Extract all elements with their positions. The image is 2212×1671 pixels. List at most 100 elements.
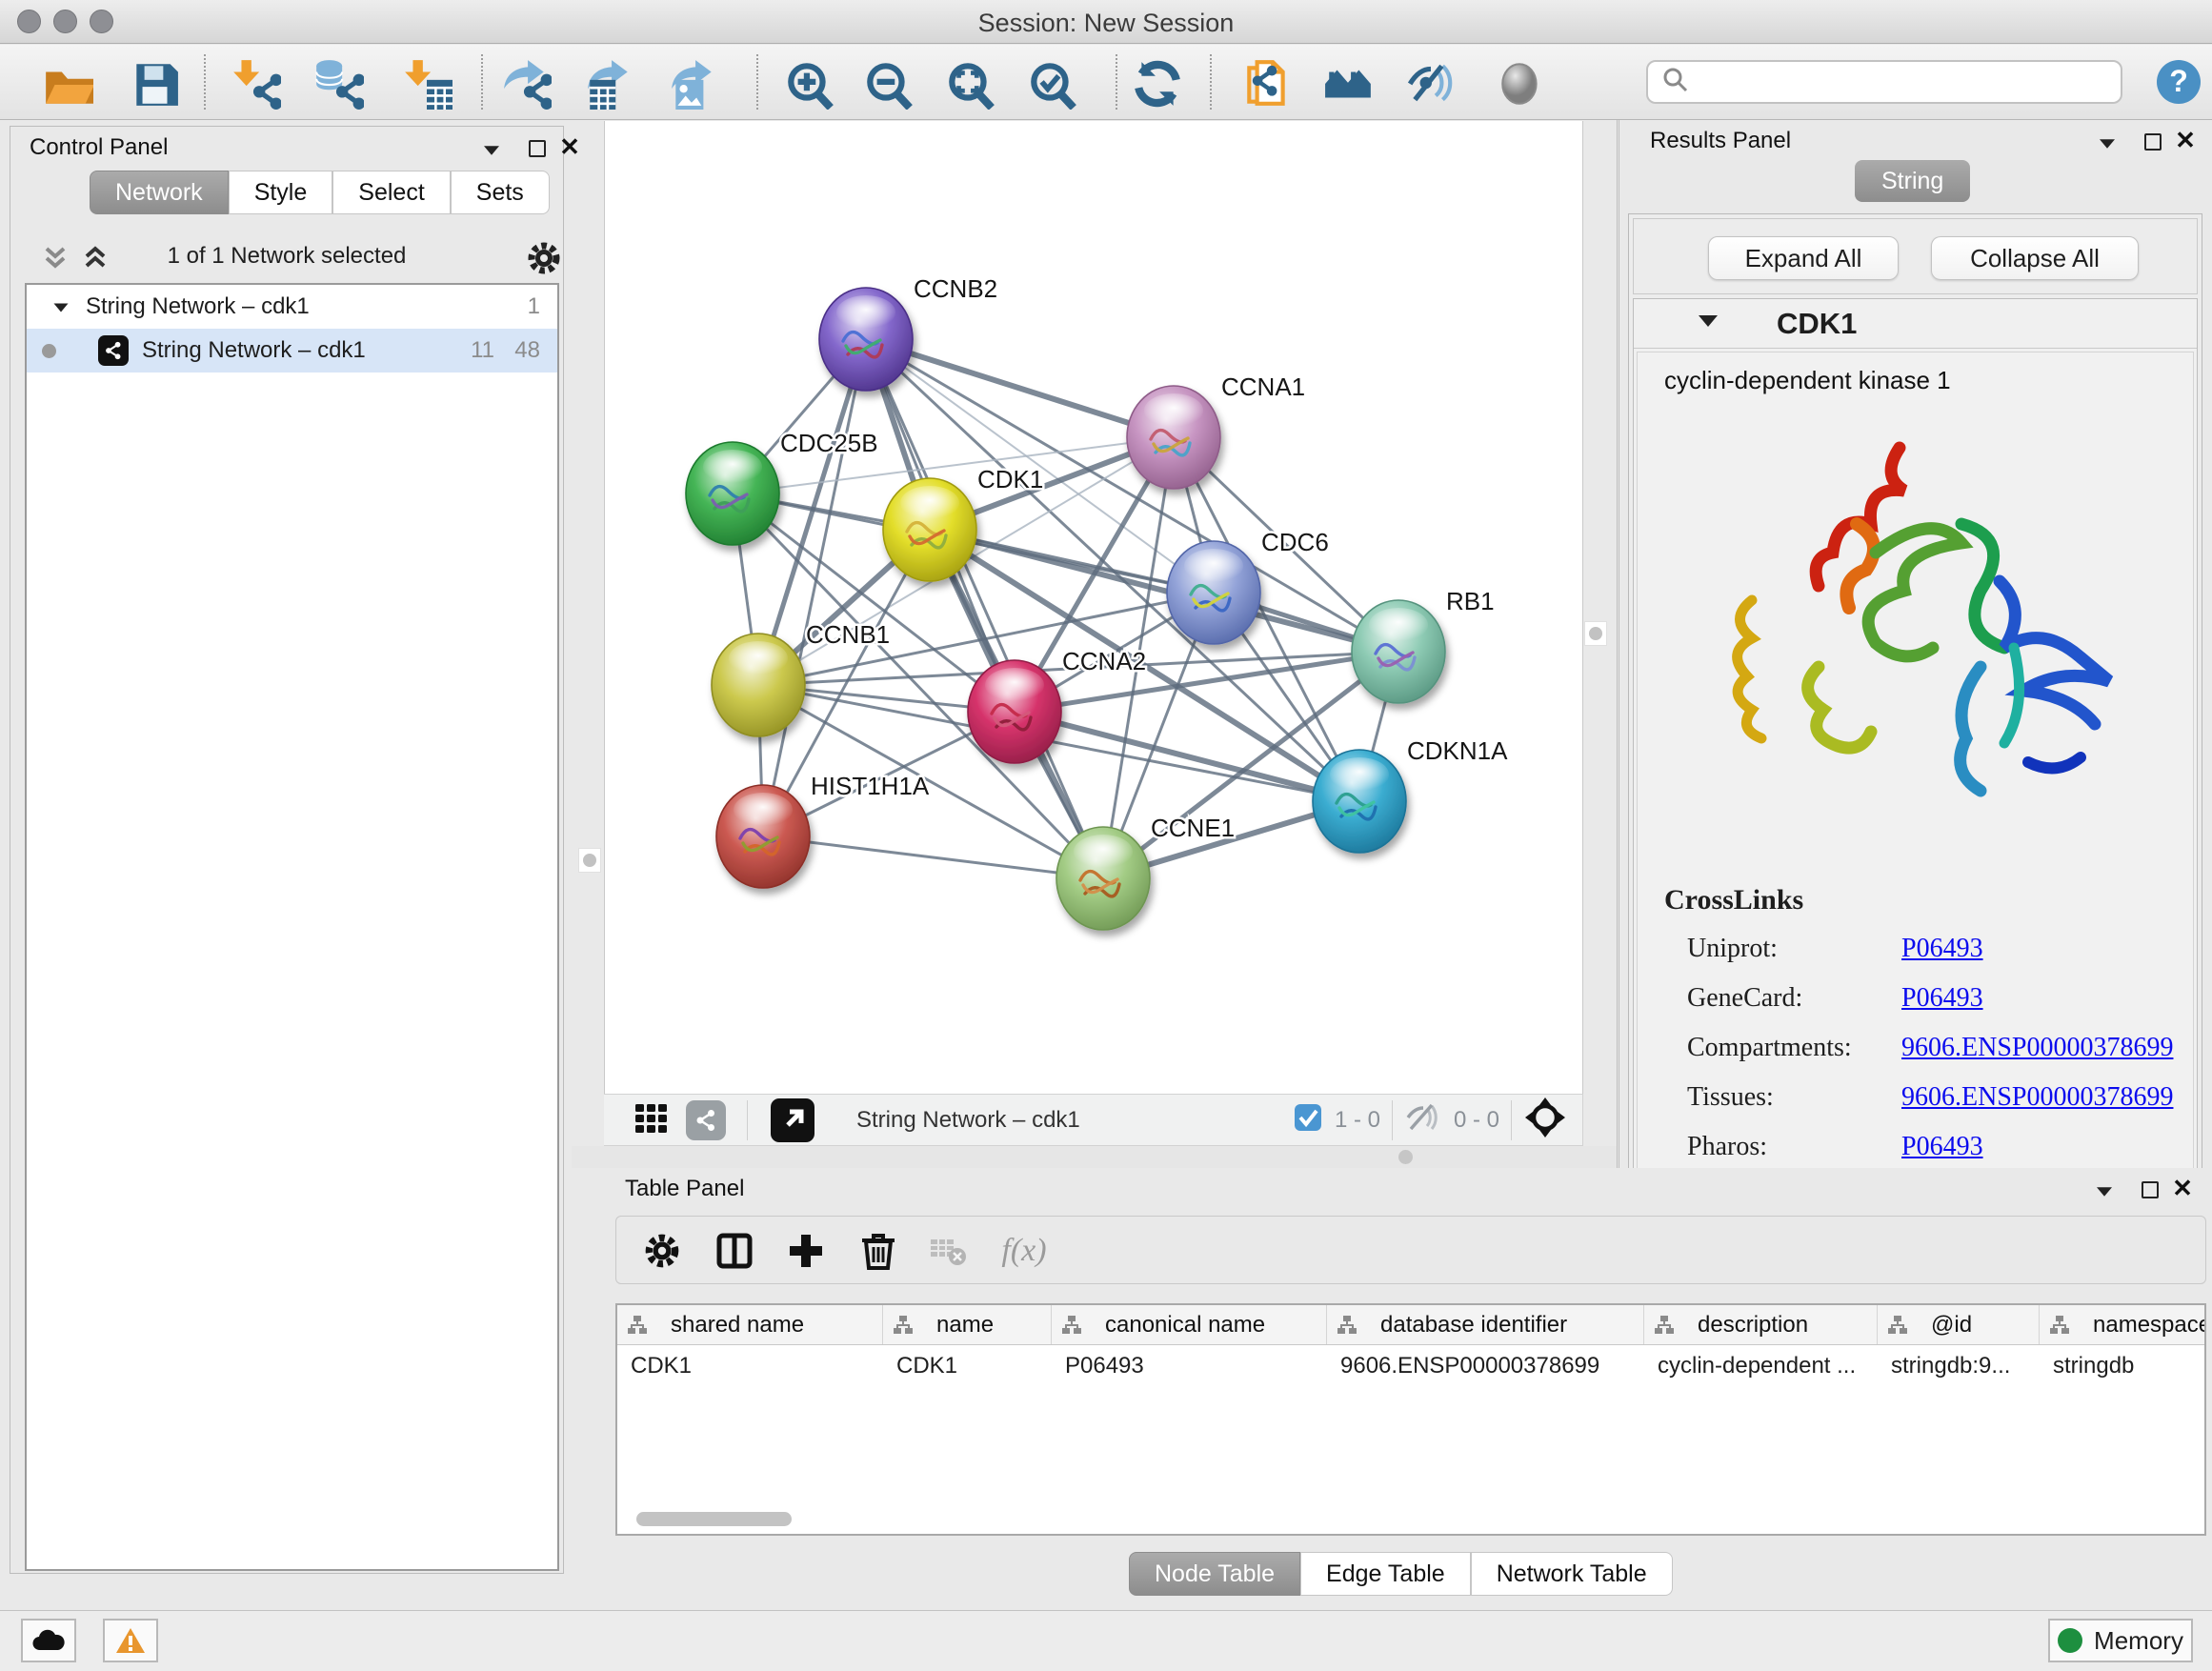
column-header-namespace[interactable]: namespace	[2040, 1305, 2206, 1344]
node-table[interactable]: shared namenamecanonical namedatabase id…	[615, 1303, 2206, 1536]
select-columns-icon[interactable]	[710, 1226, 759, 1276]
column-header-canonical-name[interactable]: canonical name	[1052, 1305, 1327, 1344]
zoom-out-icon[interactable]	[861, 57, 915, 111]
node-CCNA1[interactable]: CCNA1	[1127, 372, 1305, 489]
float-window-icon[interactable]	[521, 134, 553, 163]
node-CDK1[interactable]: CDK1	[883, 465, 1043, 581]
network-canvas[interactable]: CCNB2 CCNA1 CDC25B CDK1 CDC6 RB1	[604, 121, 1583, 1094]
edge-CCNB2-HIST1H1A[interactable]	[763, 339, 866, 836]
help-button[interactable]: ?	[2155, 58, 2202, 106]
node-CCNA2[interactable]: CCNA2	[968, 647, 1146, 763]
node-CCNE1[interactable]: CCNE1	[1056, 814, 1235, 930]
network-file-share-icon[interactable]	[1240, 57, 1294, 111]
table-gear-icon[interactable]	[637, 1226, 687, 1276]
node-RB1[interactable]: RB1	[1352, 587, 1495, 703]
selected-checkbox-icon[interactable]	[1293, 1102, 1323, 1137]
detail-sphere-icon[interactable]	[1495, 57, 1548, 111]
tab-style[interactable]: Style	[229, 171, 333, 214]
table-cell[interactable]: stringdb	[2040, 1345, 2206, 1387]
zoom-selected-icon[interactable]	[1025, 57, 1078, 111]
hide-graphics-icon[interactable]	[1405, 57, 1458, 111]
network-label: String Network – cdk1	[142, 337, 366, 364]
crosslink-link[interactable]: P06493	[1901, 934, 1983, 964]
tab-string[interactable]: String	[1855, 160, 1970, 202]
close-panel-icon[interactable]: ✕	[2166, 1174, 2199, 1202]
column-header-name[interactable]: name	[883, 1305, 1052, 1344]
left-splitter-handle[interactable]	[578, 848, 601, 873]
edge-HIST1H1A-CCNE1[interactable]	[763, 836, 1103, 878]
import-table-icon[interactable]	[400, 57, 453, 111]
export-table-icon[interactable]	[583, 57, 636, 111]
close-panel-icon[interactable]: ✕	[2169, 126, 2202, 154]
hidden-eye-icon[interactable]	[1404, 1101, 1442, 1138]
search-input[interactable]	[1698, 68, 2121, 96]
export-image-icon[interactable]	[667, 57, 720, 111]
network-row-selected[interactable]: String Network – cdk1 11 48	[27, 329, 557, 372]
table-row[interactable]: CDK1CDK1P064939606.ENSP00000378699cyclin…	[617, 1345, 2204, 1387]
column-header-@id[interactable]: @id	[1878, 1305, 2040, 1344]
grid-view-icon[interactable]	[633, 1098, 671, 1141]
float-menu-icon[interactable]	[2088, 1178, 2121, 1206]
import-network-file-icon[interactable]	[229, 57, 282, 111]
warning-button[interactable]	[103, 1619, 158, 1662]
open-view-icon[interactable]	[771, 1098, 814, 1142]
float-window-icon[interactable]	[2137, 128, 2169, 156]
right-splitter-handle[interactable]	[1584, 621, 1607, 646]
table-hscrollbar[interactable]	[636, 1512, 792, 1526]
collapse-all-button[interactable]: Collapse All	[1931, 236, 2139, 280]
float-menu-icon[interactable]	[2091, 130, 2123, 158]
open-session-icon[interactable]	[41, 57, 94, 111]
function-builder-icon[interactable]: f(x)	[999, 1226, 1049, 1276]
crosslink-link[interactable]: 9606.ENSP00000378699	[1901, 1033, 2173, 1063]
zoom-in-icon[interactable]	[782, 57, 835, 111]
network-collection-row[interactable]: String Network – cdk1 1	[27, 285, 557, 329]
tab-edge-table[interactable]: Edge Table	[1300, 1552, 1471, 1596]
tab-sets[interactable]: Sets	[451, 171, 550, 214]
node-CDKN1A[interactable]: CDKN1A	[1313, 736, 1508, 853]
table-cell[interactable]: CDK1	[617, 1345, 883, 1387]
options-gear-icon[interactable]	[525, 239, 563, 282]
network-icon-gray[interactable]	[686, 1100, 726, 1140]
crosslink-link[interactable]: 9606.ENSP00000378699	[1901, 1082, 2173, 1113]
column-header-database-identifier[interactable]: database identifier	[1327, 1305, 1644, 1344]
tab-select[interactable]: Select	[332, 171, 450, 214]
delete-column-icon[interactable]	[854, 1226, 903, 1276]
export-network-icon[interactable]	[499, 57, 553, 111]
zoom-fit-icon[interactable]	[943, 57, 996, 111]
homes-icon[interactable]	[1322, 57, 1376, 111]
crosslink-row: GeneCard: P06493	[1687, 983, 2202, 1027]
column-header-shared-name[interactable]: shared name	[617, 1305, 883, 1344]
edge-CCNB2-CCNA1[interactable]	[866, 339, 1174, 437]
edge-count: 48	[514, 337, 540, 364]
collapse-triangle-icon[interactable]	[1699, 314, 1718, 332]
table-cell[interactable]: P06493	[1052, 1345, 1327, 1387]
table-cell[interactable]: CDK1	[883, 1345, 1052, 1387]
delete-table-icon[interactable]	[923, 1226, 973, 1276]
crosslink-link[interactable]: P06493	[1901, 1132, 1983, 1162]
collapse-triangle-icon[interactable]	[51, 293, 70, 320]
float-window-icon[interactable]	[2134, 1176, 2166, 1204]
refresh-icon[interactable]	[1131, 57, 1184, 111]
table-cell[interactable]: cyclin-dependent ...	[1644, 1345, 1878, 1387]
expand-all-button[interactable]: Expand All	[1708, 236, 1899, 280]
tab-network[interactable]: Network	[90, 171, 229, 214]
birdseye-crosshair-icon[interactable]	[1523, 1096, 1567, 1144]
column-header-description[interactable]: description	[1644, 1305, 1878, 1344]
save-session-icon[interactable]	[128, 57, 181, 111]
table-panel: Table Panel ✕ f(x) shared namenamecanoni…	[572, 1168, 2212, 1610]
import-network-database-icon[interactable]	[312, 57, 365, 111]
crosslink-link[interactable]: P06493	[1901, 983, 1983, 1014]
add-column-icon[interactable]	[781, 1226, 831, 1276]
table-cell[interactable]: stringdb:9...	[1878, 1345, 2040, 1387]
crosslinks-title: CrossLinks	[1664, 884, 1803, 916]
tab-network-table[interactable]: Network Table	[1471, 1552, 1673, 1596]
tab-node-table[interactable]: Node Table	[1129, 1552, 1300, 1596]
table-cell[interactable]: 9606.ENSP00000378699	[1327, 1345, 1644, 1387]
close-panel-icon[interactable]: ✕	[553, 132, 586, 161]
cloud-button[interactable]	[21, 1619, 76, 1662]
search-box[interactable]	[1646, 60, 2122, 104]
node-HIST1H1A[interactable]: HIST1H1A	[716, 772, 930, 888]
gene-section-header[interactable]: CDK1	[1634, 299, 2197, 349]
float-menu-icon[interactable]	[475, 136, 508, 165]
memory-button[interactable]: Memory	[2048, 1619, 2193, 1662]
